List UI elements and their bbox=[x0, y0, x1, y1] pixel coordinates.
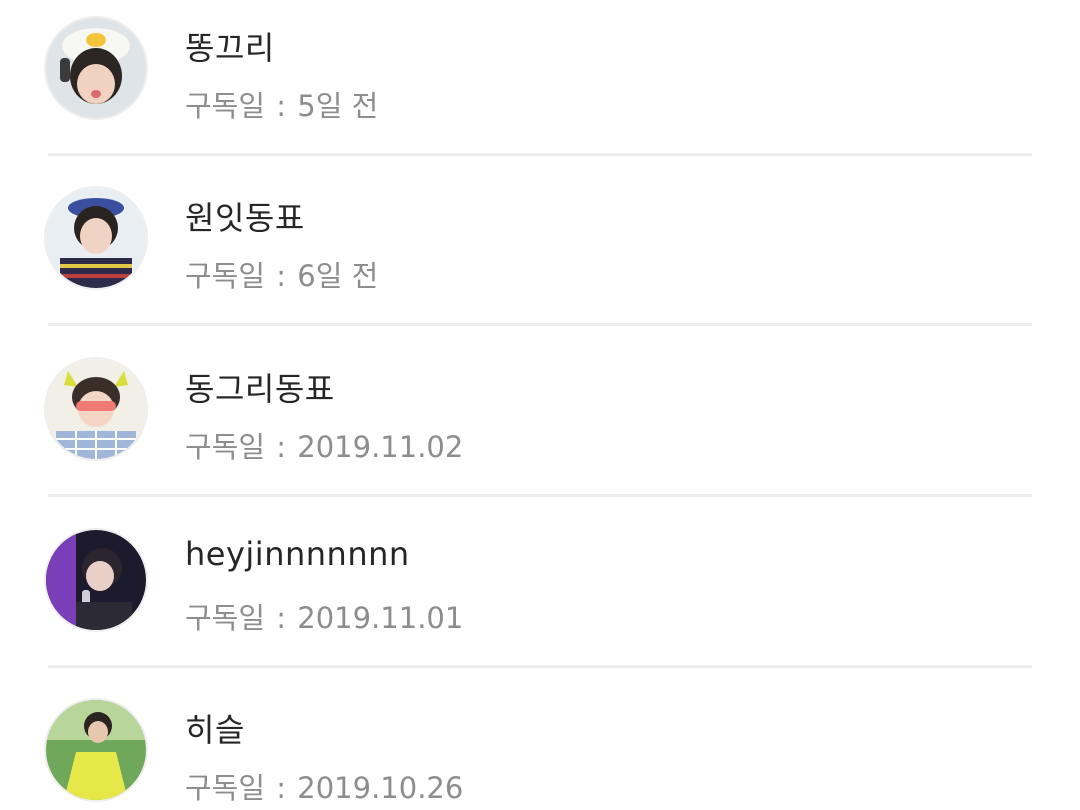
subscription-date: 구독일 : 5일 전 bbox=[185, 83, 378, 125]
subscriber-name: 원잇동표 bbox=[185, 199, 305, 237]
divider bbox=[48, 494, 1032, 497]
subscription-label: 구독일 bbox=[185, 601, 266, 635]
subscriber-name: 동그리동표 bbox=[185, 370, 335, 408]
subscriber-name: 히슬 bbox=[185, 711, 245, 749]
list-item[interactable]: 원잇동표 구독일 : 6일 전 bbox=[44, 156, 1032, 326]
avatar[interactable] bbox=[44, 357, 148, 461]
subscriber-list: 똥끄리 구독일 : 5일 전 원잇동표 구독일 : 6일 전 동그리동표 구독일… bbox=[0, 0, 1080, 810]
list-item[interactable]: 히슬 구독일 : 2019.10.26 bbox=[44, 668, 1032, 810]
subscription-label: 구독일 bbox=[185, 430, 266, 464]
avatar[interactable] bbox=[44, 528, 148, 632]
subscription-date-value: 2019.10.26 bbox=[297, 771, 464, 805]
subscription-date-value: 5일 전 bbox=[297, 89, 379, 123]
list-item[interactable]: heyjinnnnnnn 구독일 : 2019.11.01 bbox=[44, 498, 1032, 668]
list-item[interactable]: 똥끄리 구독일 : 5일 전 bbox=[44, 0, 1032, 156]
separator: : bbox=[267, 259, 296, 293]
separator: : bbox=[267, 89, 296, 123]
separator: : bbox=[267, 601, 296, 635]
separator: : bbox=[267, 771, 296, 805]
subscriber-name: heyjinnnnnnn bbox=[185, 535, 410, 573]
subscription-date: 구독일 : 2019.11.02 bbox=[185, 424, 463, 466]
subscription-label: 구독일 bbox=[185, 89, 266, 123]
divider bbox=[48, 323, 1032, 326]
separator: : bbox=[267, 430, 296, 464]
subscription-date: 구독일 : 6일 전 bbox=[185, 253, 378, 295]
subscription-date-value: 6일 전 bbox=[297, 259, 379, 293]
subscription-date: 구독일 : 2019.11.01 bbox=[185, 595, 463, 637]
subscription-date-value: 2019.11.02 bbox=[297, 430, 464, 464]
list-item[interactable]: 동그리동표 구독일 : 2019.11.02 bbox=[44, 327, 1032, 497]
subscription-date: 구독일 : 2019.10.26 bbox=[185, 765, 463, 807]
subscriber-name: 똥끄리 bbox=[185, 29, 275, 67]
subscription-label: 구독일 bbox=[185, 259, 266, 293]
avatar[interactable] bbox=[44, 186, 148, 290]
avatar[interactable] bbox=[44, 698, 148, 802]
subscription-label: 구독일 bbox=[185, 771, 266, 805]
subscription-date-value: 2019.11.01 bbox=[297, 601, 464, 635]
avatar[interactable] bbox=[44, 16, 148, 120]
